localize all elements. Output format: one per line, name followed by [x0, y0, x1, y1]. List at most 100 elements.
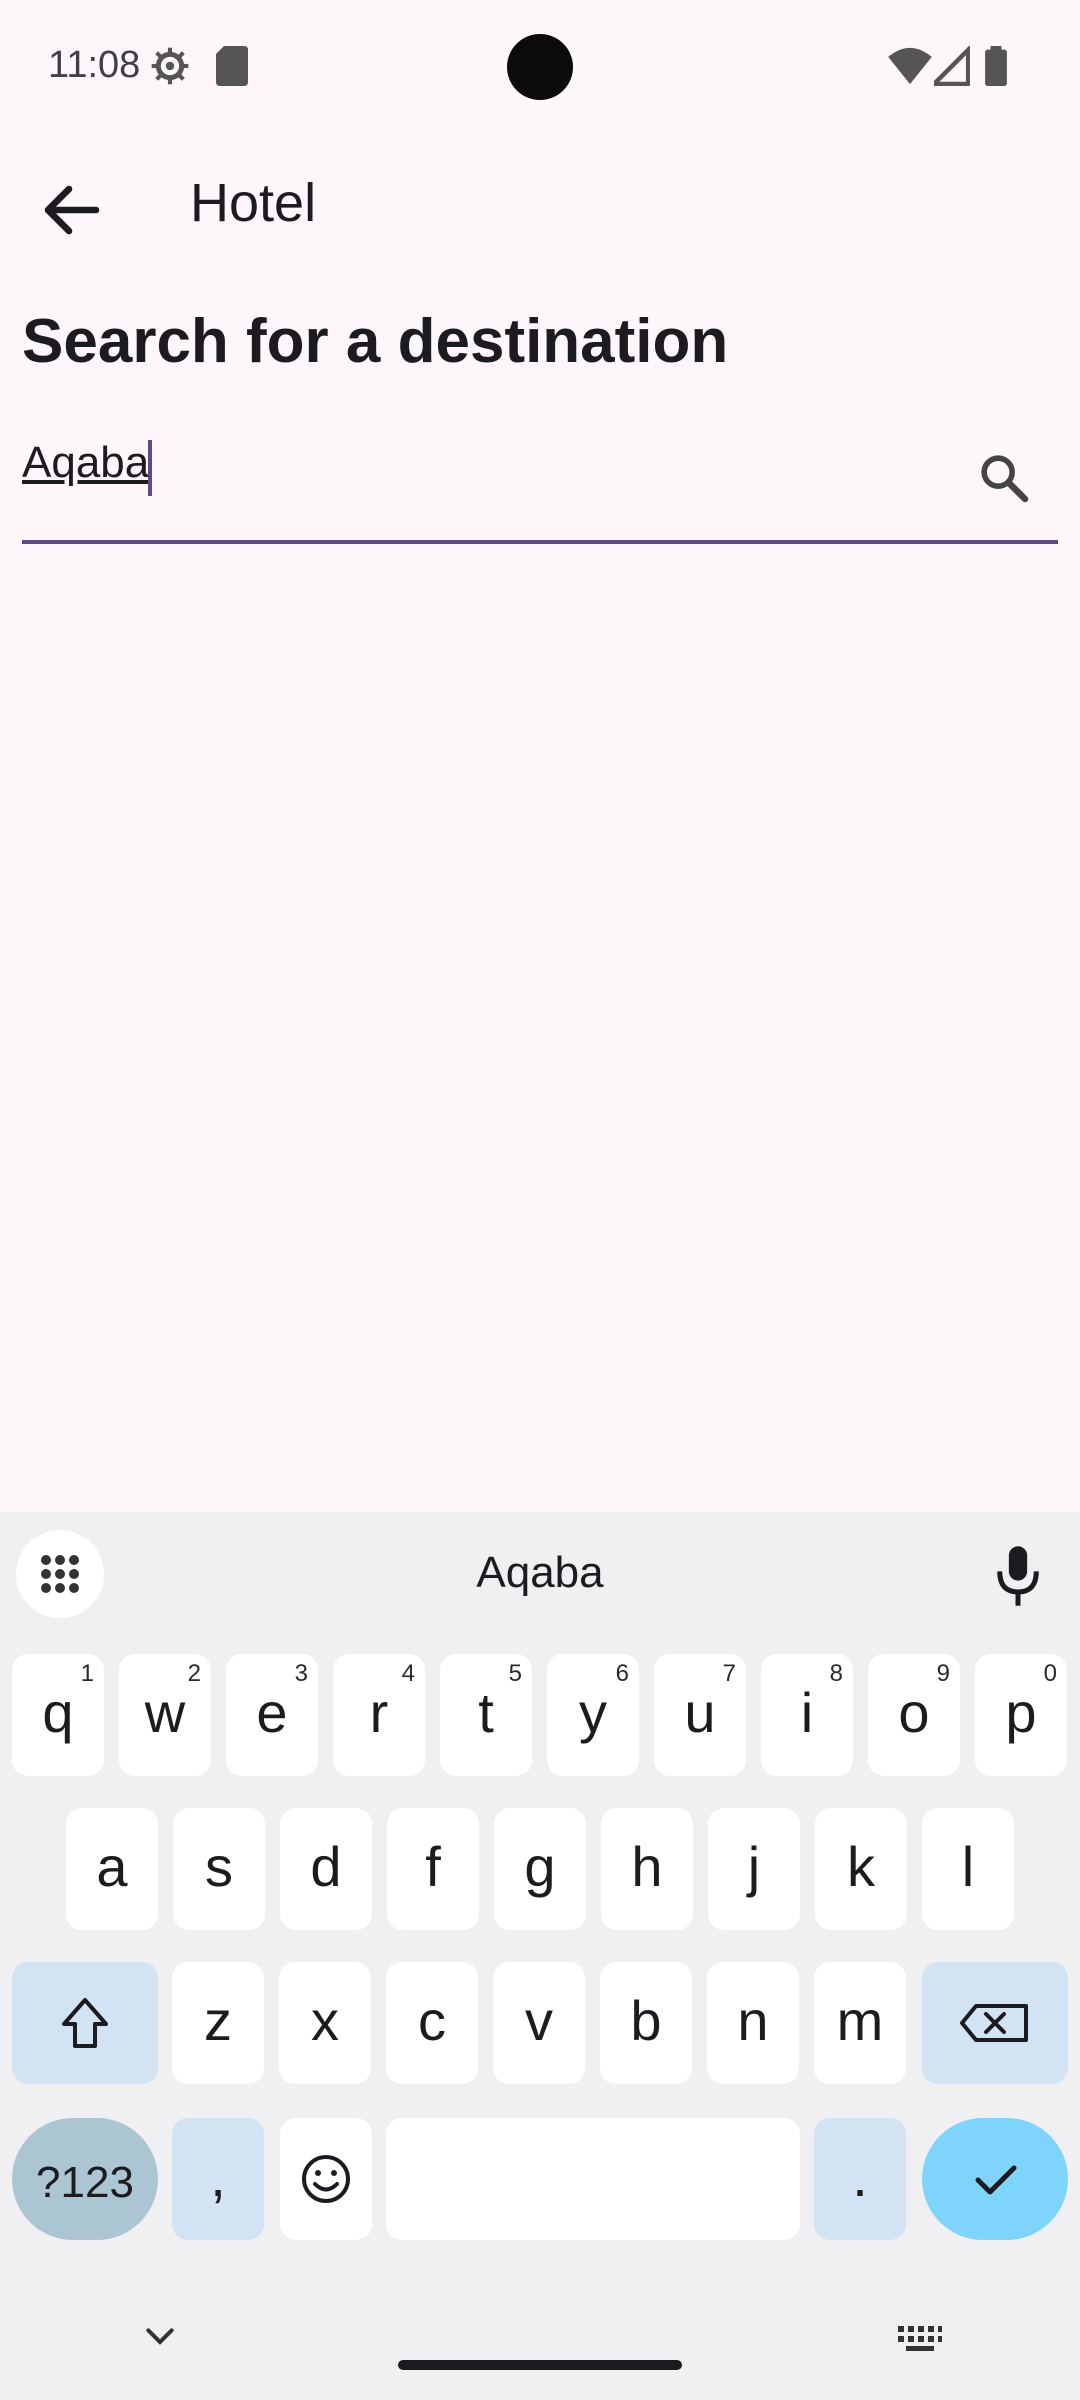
- back-arrow-icon[interactable]: [36, 174, 108, 246]
- app-bar: Hotel: [0, 150, 1080, 260]
- key-label: j: [747, 1835, 761, 1898]
- search-icon[interactable]: [976, 450, 1032, 506]
- key-u[interactable]: u7: [654, 1654, 746, 1776]
- destination-search-input[interactable]: Aqaba: [22, 420, 1058, 544]
- shift-icon: [62, 1998, 108, 2048]
- checkmark-icon: [975, 2165, 1017, 2195]
- home-indicator[interactable]: [398, 2360, 682, 2370]
- key-f[interactable]: f: [387, 1808, 479, 1930]
- key-r[interactable]: r4: [333, 1654, 425, 1776]
- key-label: h: [631, 1835, 663, 1898]
- key-label: c: [418, 1989, 446, 2052]
- key-n[interactable]: n: [707, 1962, 799, 2084]
- key-label: p: [1005, 1681, 1037, 1744]
- key-label: t: [478, 1681, 494, 1744]
- key-t[interactable]: t5: [440, 1654, 532, 1776]
- key-c[interactable]: c: [386, 1962, 478, 2084]
- key-label: m: [836, 1989, 884, 2052]
- key-hint: 9: [936, 1660, 950, 1687]
- key-label: a: [96, 1835, 128, 1898]
- key-hint: 3: [294, 1660, 308, 1687]
- period-key-label: .: [852, 2145, 868, 2208]
- key-q[interactable]: q1: [12, 1654, 104, 1776]
- key-g[interactable]: g: [494, 1808, 586, 1930]
- shift-key[interactable]: [12, 1962, 158, 2084]
- key-j[interactable]: j: [708, 1808, 800, 1930]
- key-label: r: [369, 1681, 389, 1744]
- suggestion-word[interactable]: Aqaba: [0, 1548, 1080, 1598]
- text-cursor: [148, 440, 152, 496]
- key-label: u: [684, 1681, 716, 1744]
- key-label: n: [737, 1989, 769, 2052]
- key-label: x: [311, 1989, 339, 2052]
- key-hint: 4: [401, 1660, 415, 1687]
- period-key[interactable]: .: [814, 2118, 906, 2240]
- key-b[interactable]: b: [600, 1962, 692, 2084]
- key-label: l: [961, 1835, 975, 1898]
- key-label: z: [204, 1989, 232, 2052]
- key-a[interactable]: a: [66, 1808, 158, 1930]
- comma-key-label: ,: [210, 2145, 226, 2208]
- keyboard-switch-icon[interactable]: [896, 2322, 944, 2354]
- key-label: w: [144, 1681, 186, 1744]
- key-m[interactable]: m: [814, 1962, 906, 2084]
- key-label: g: [524, 1835, 556, 1898]
- search-input-value: Aqaba: [22, 438, 150, 487]
- key-label: q: [42, 1681, 74, 1744]
- key-k[interactable]: k: [815, 1808, 907, 1930]
- key-label: i: [800, 1681, 814, 1744]
- hide-keyboard-chevron-icon[interactable]: [140, 2322, 180, 2352]
- sd-card-icon: [216, 46, 248, 86]
- key-y[interactable]: y6: [547, 1654, 639, 1776]
- key-hint: 1: [80, 1660, 94, 1687]
- key-x[interactable]: x: [279, 1962, 371, 2084]
- key-p[interactable]: p0: [975, 1654, 1067, 1776]
- key-hint: 7: [722, 1660, 736, 1687]
- key-d[interactable]: d: [280, 1808, 372, 1930]
- comma-key[interactable]: ,: [172, 2118, 264, 2240]
- key-hint: 6: [615, 1660, 629, 1687]
- key-z[interactable]: z: [172, 1962, 264, 2084]
- key-l[interactable]: l: [922, 1808, 1014, 1930]
- key-v[interactable]: v: [493, 1962, 585, 2084]
- enter-key[interactable]: [922, 2118, 1068, 2240]
- backspace-icon: [960, 2004, 1028, 2042]
- status-bar: 11:08: [0, 0, 1080, 132]
- key-label: k: [847, 1835, 875, 1898]
- emoji-icon: [302, 2155, 350, 2203]
- wifi-icon: [888, 47, 932, 85]
- key-s[interactable]: s: [173, 1808, 265, 1930]
- key-i[interactable]: i8: [761, 1654, 853, 1776]
- status-time: 11:08: [48, 44, 141, 86]
- symbols-key[interactable]: ?123: [12, 2118, 158, 2240]
- backspace-key[interactable]: [922, 1962, 1068, 2084]
- key-label: s: [205, 1835, 233, 1898]
- soft-keyboard: Aqaba q1w2e3r4t5y6u7i8o9p0 asdfghjkl zxc…: [0, 1512, 1080, 2400]
- key-label: d: [310, 1835, 342, 1898]
- key-label: f: [425, 1835, 441, 1898]
- symbols-key-label: ?123: [36, 2158, 134, 2207]
- camera-cutout: [507, 34, 573, 100]
- navigation-bar: [0, 2280, 1080, 2400]
- signal-icon: [934, 46, 970, 86]
- key-label: v: [525, 1989, 553, 2052]
- key-label: b: [630, 1989, 662, 2052]
- key-hint: 2: [187, 1660, 201, 1687]
- key-e[interactable]: e3: [226, 1654, 318, 1776]
- key-label: e: [256, 1681, 288, 1744]
- key-label: y: [579, 1681, 607, 1744]
- page-heading: Search for a destination: [22, 307, 729, 376]
- battery-icon: [985, 46, 1007, 86]
- settings-icon: [151, 47, 189, 85]
- key-o[interactable]: o9: [868, 1654, 960, 1776]
- space-key[interactable]: [386, 2118, 800, 2240]
- key-h[interactable]: h: [601, 1808, 693, 1930]
- app-title: Hotel: [190, 173, 317, 233]
- key-w[interactable]: w2: [119, 1654, 211, 1776]
- key-hint: 0: [1043, 1660, 1057, 1687]
- emoji-key[interactable]: [280, 2118, 372, 2240]
- microphone-icon[interactable]: [990, 1544, 1046, 1608]
- key-hint: 5: [508, 1660, 522, 1687]
- key-hint: 8: [829, 1660, 843, 1687]
- key-label: o: [898, 1681, 930, 1744]
